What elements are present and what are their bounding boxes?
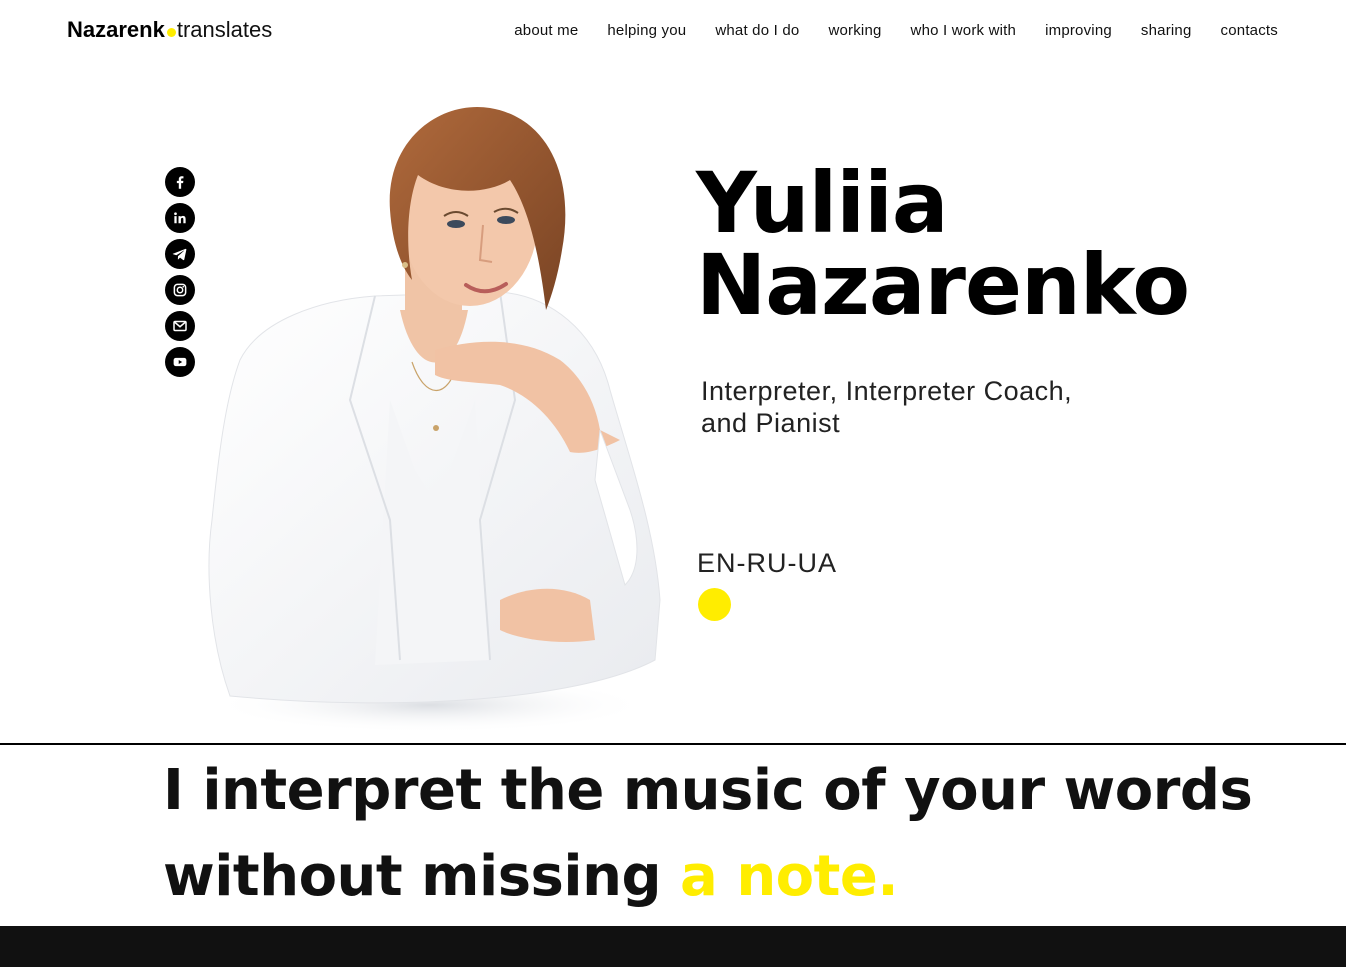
main-nav: about me helping you what do I do workin… — [500, 20, 1278, 42]
logo-dot — [166, 27, 176, 37]
hero-role: Interpreter, Interpreter Coach, and Pian… — [701, 375, 1141, 439]
facebook-icon[interactable] — [165, 167, 195, 197]
telegram-icon[interactable] — [165, 239, 195, 269]
nav-contacts[interactable]: contacts — [1206, 20, 1278, 42]
instagram-icon[interactable] — [165, 275, 195, 305]
hero-role-line1: Interpreter, Interpreter Coach, — [701, 376, 1073, 406]
tagline: I interpret the music of your words with… — [163, 748, 1263, 920]
gmail-icon[interactable] — [165, 311, 195, 341]
hero-last-name: Nazarenko — [696, 236, 1190, 334]
site-logo[interactable]: Nazarenk translates — [67, 16, 272, 44]
hero-role-line2: and Pianist — [701, 408, 841, 438]
logo-light-text: translates — [176, 17, 273, 42]
nav-helping-you[interactable]: helping you — [593, 20, 701, 42]
nav-improving[interactable]: improving — [1031, 20, 1127, 42]
section-divider — [0, 743, 1346, 745]
hero-first-name: Yuliia — [696, 154, 949, 252]
dark-section-band — [0, 926, 1346, 967]
nav-who-i-work-with[interactable]: who I work with — [896, 20, 1031, 42]
nav-about-me[interactable]: about me — [500, 20, 593, 42]
logo-bold-text: Nazarenk — [67, 17, 165, 42]
accent-dot — [698, 588, 731, 621]
portrait-photo — [208, 106, 661, 733]
linkedin-icon[interactable] — [165, 203, 195, 233]
tagline-highlight: a note. — [680, 844, 899, 909]
nav-sharing[interactable]: sharing — [1126, 20, 1206, 42]
hero-name: Yuliia Nazarenko — [696, 154, 1190, 334]
social-links — [165, 167, 195, 377]
nav-working[interactable]: working — [814, 20, 896, 42]
youtube-icon[interactable] — [165, 347, 195, 377]
nav-what-do-i-do[interactable]: what do I do — [701, 20, 814, 42]
language-pairs: EN-RU-UA — [697, 548, 837, 578]
